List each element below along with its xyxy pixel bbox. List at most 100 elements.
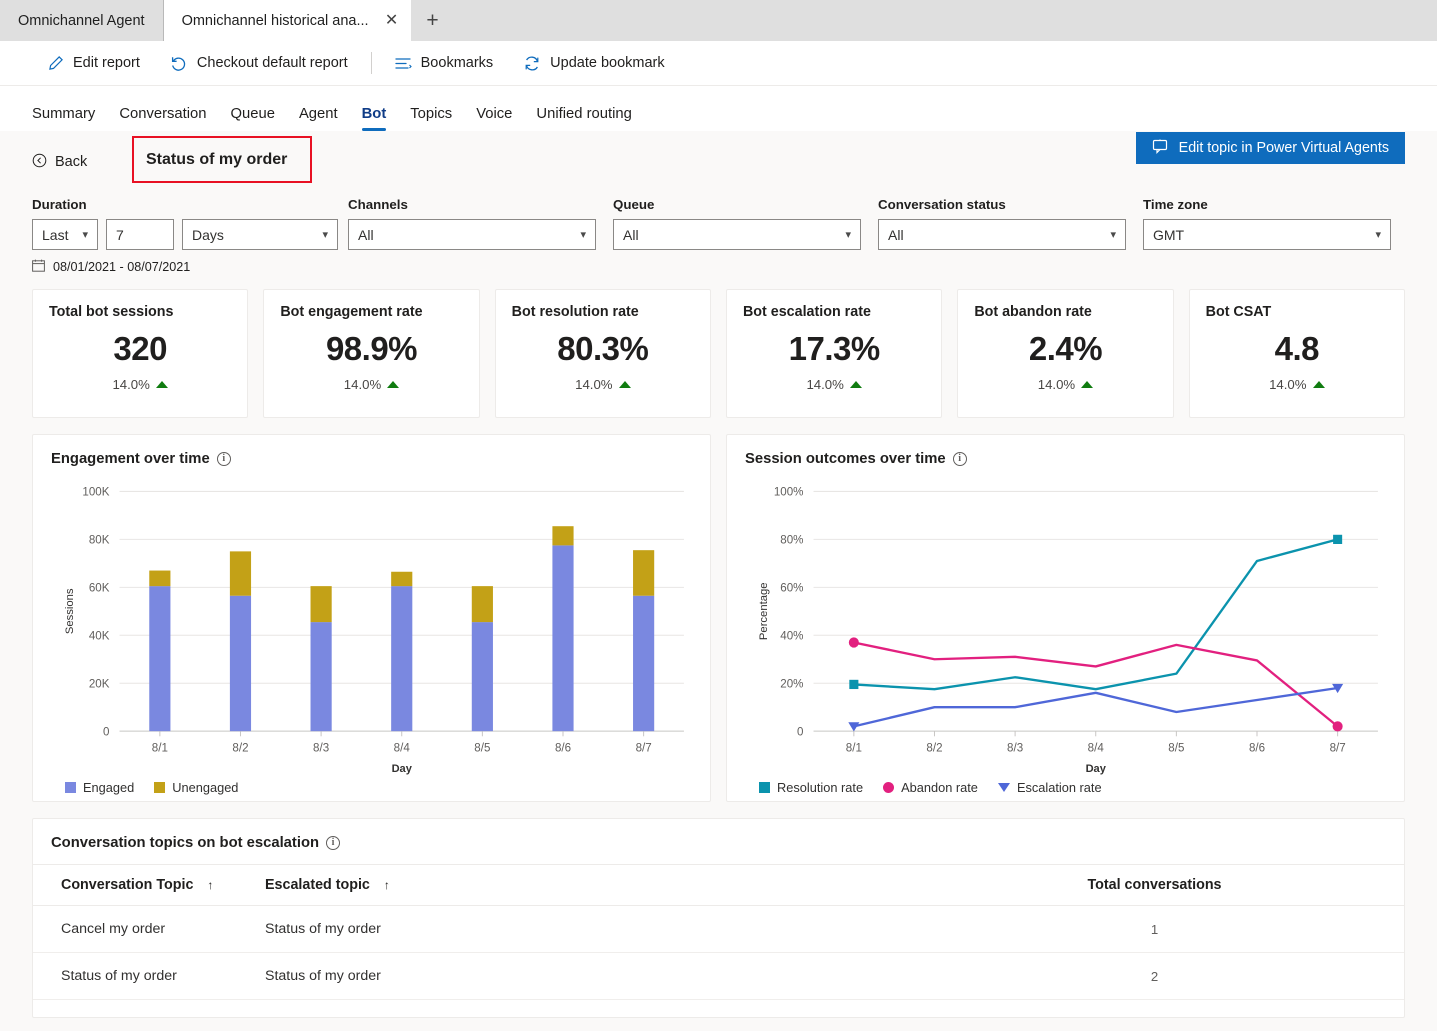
- duration-amount-value: 7: [116, 226, 124, 243]
- channels-label: Channels: [348, 197, 408, 212]
- chevron-down-icon: ▾: [1375, 229, 1381, 241]
- legend-item-escalation-rate[interactable]: Escalation rate: [997, 780, 1102, 796]
- conversation-topics-table-panel: Conversation topics on bot escalation i …: [32, 818, 1405, 1018]
- command-bar: Edit report Checkout default report Book…: [0, 41, 1437, 86]
- back-button[interactable]: Back: [32, 153, 87, 172]
- session-outcomes-over-time-panel: Session outcomes over time i 0 20% 40% 60% 8…: [726, 434, 1405, 802]
- conversation-status-dropdown[interactable]: All ▾: [878, 219, 1126, 250]
- svg-text:8/6: 8/6: [1249, 742, 1265, 755]
- browser-tab-omnichannel-agent[interactable]: Omnichannel Agent: [0, 0, 164, 41]
- trend-up-icon: [387, 381, 400, 388]
- channels-dropdown[interactable]: All ▾: [348, 219, 596, 250]
- tab-strip-empty-area: [454, 0, 1437, 41]
- kpi-card-bot-resolution-rate[interactable]: Bot resolution rate 80.3% 14.0%: [494, 289, 711, 418]
- duration-relative-dropdown[interactable]: Last ▾: [32, 219, 98, 250]
- bookmarks-button[interactable]: Bookmarks: [380, 46, 509, 80]
- cell-conversation-topic: Status of my order: [33, 952, 265, 1000]
- kpi-card-bot-abandon-rate[interactable]: Bot abandon rate 2.4% 14.0%: [957, 289, 1174, 418]
- checkout-default-report-button[interactable]: Checkout default report: [155, 46, 363, 80]
- column-header-total-conversations[interactable]: Total conversations: [905, 864, 1404, 906]
- kpi-delta: 14.0%: [806, 377, 862, 392]
- svg-text:0: 0: [797, 725, 804, 738]
- tab-label: Summary: [32, 106, 96, 122]
- queue-dropdown[interactable]: All ▾: [613, 219, 861, 250]
- duration-label: Duration: [32, 197, 87, 212]
- column-header-conversation-topic[interactable]: Conversation Topic ↑: [33, 864, 265, 906]
- legend-swatch-abandon: [883, 782, 895, 794]
- new-tab-icon[interactable]: +: [411, 0, 455, 41]
- header-row: Back Status of my order Edit topic in Po…: [32, 131, 1405, 193]
- svg-text:Sessions: Sessions: [64, 588, 76, 634]
- tab-label: Topics: [410, 106, 453, 122]
- legend-item-unengaged[interactable]: Unengaged: [154, 780, 238, 795]
- channels-value: All: [358, 226, 374, 243]
- column-header-escalated-topic[interactable]: Escalated topic ↑: [265, 864, 905, 906]
- queue-filter-group: Queue All ▾: [613, 197, 878, 250]
- browser-tab-label: Omnichannel historical ana...: [181, 12, 369, 29]
- filter-bar: Duration Last ▾ 7 Days ▾ Channels All ▾: [32, 197, 1405, 250]
- engagement-plot-area[interactable]: 0 20K 40K 60K 80K 100K 8/1 8/2 8/3 8/4 8/5 8/6 8/7 Da…: [51, 473, 692, 780]
- legend-label: Abandon rate: [901, 780, 978, 796]
- legend-label: Escalation rate: [1016, 780, 1102, 796]
- kpi-delta-value: 14.0%: [575, 377, 613, 392]
- command-label: Edit report: [73, 55, 140, 71]
- kpi-card-bot-csat[interactable]: Bot CSAT 4.8 14.0%: [1188, 289, 1405, 418]
- edit-topic-in-pva-button[interactable]: Edit topic in Power Virtual Agents: [1135, 132, 1405, 164]
- kpi-card-bot-escalation-rate[interactable]: Bot escalation rate 17.3% 14.0%: [725, 289, 943, 418]
- tab-summary[interactable]: Summary: [32, 106, 107, 131]
- trend-up-icon: [849, 381, 862, 388]
- chevron-down-icon: ▾: [845, 229, 851, 241]
- browser-tab-historical-analytics[interactable]: Omnichannel historical ana... ✕: [163, 0, 411, 41]
- svg-text:40K: 40K: [89, 629, 110, 642]
- timezone-filter-group: Time zone GMT ▾: [1143, 197, 1391, 250]
- chevron-down-icon: ▾: [1110, 229, 1116, 241]
- kpi-title: Bot engagement rate: [280, 304, 423, 320]
- engagement-over-time-panel: Engagement over time i 0 20K 40K 60K 80K 100K…: [32, 434, 711, 802]
- svg-text:8/3: 8/3: [1007, 742, 1023, 755]
- kpi-card-total-bot-sessions[interactable]: Total bot sessions 320 14.0%: [32, 289, 249, 418]
- info-icon[interactable]: i: [216, 452, 231, 466]
- duration-filter-group: Duration Last ▾ 7 Days ▾: [32, 197, 348, 250]
- kpi-card-bot-engagement-rate[interactable]: Bot engagement rate 98.9% 14.0%: [263, 289, 480, 418]
- tab-queue[interactable]: Queue: [219, 106, 287, 131]
- update-bookmark-button[interactable]: Update bookmark: [508, 46, 679, 80]
- edit-report-button[interactable]: Edit report: [32, 46, 155, 80]
- session-outcomes-line-chart: 0 20% 40% 60% 80% 100% 8/1 8/2 8/3 8/4 8/5 8/6 8/7 Da…: [758, 485, 1378, 775]
- cell-conversation-topic: Cancel my order: [33, 905, 265, 953]
- command-label: Update bookmark: [550, 55, 665, 71]
- duration-unit-dropdown[interactable]: Days ▾: [182, 219, 338, 250]
- timezone-dropdown[interactable]: GMT ▾: [1143, 219, 1391, 250]
- legend-swatch-escalation: [997, 783, 1010, 793]
- duration-amount-input[interactable]: 7: [106, 219, 174, 250]
- legend-label: Unengaged: [172, 780, 239, 796]
- table-row[interactable]: Status of my order Status of my order 2: [33, 952, 1404, 1000]
- close-icon[interactable]: ✕: [383, 12, 401, 29]
- outcomes-plot-area[interactable]: 0 20% 40% 60% 80% 100% 8/1 8/2 8/3 8/4 8/5 8/6 8/7 Da…: [745, 473, 1386, 780]
- info-icon[interactable]: i: [952, 452, 967, 466]
- kpi-delta-value: 14.0%: [343, 377, 382, 392]
- tab-conversation[interactable]: Conversation: [107, 106, 218, 131]
- table-row[interactable]: Cancel my order Status of my order 1: [33, 905, 1404, 953]
- legend-item-resolution-rate[interactable]: Resolution rate: [759, 780, 863, 795]
- engagement-panel-header: Engagement over time i: [51, 451, 692, 467]
- engagement-bar-chart: 0 20K 40K 60K 80K 100K 8/1 8/2 8/3 8/4 8/5 8/6 8/7 Da…: [64, 485, 684, 775]
- panel-title-text: Session outcomes over time: [745, 451, 946, 467]
- tab-voice[interactable]: Voice: [464, 106, 524, 131]
- outcomes-panel-header: Session outcomes over time i: [745, 451, 1386, 467]
- calendar-icon: [32, 259, 45, 275]
- legend-item-abandon-rate[interactable]: Abandon rate: [883, 780, 978, 795]
- cell-escalated-topic: Status of my order: [265, 905, 905, 953]
- svg-text:8/1: 8/1: [152, 742, 168, 755]
- trend-up-icon: [618, 381, 631, 388]
- legend-item-engaged[interactable]: Engaged: [65, 780, 134, 795]
- tab-agent[interactable]: Agent: [287, 106, 350, 131]
- kpi-delta: 14.0%: [575, 377, 631, 392]
- kpi-card-row: Total bot sessions 320 14.0% Bot engagem…: [32, 289, 1405, 418]
- tab-unified-routing[interactable]: Unified routing: [524, 106, 643, 131]
- tab-bot[interactable]: Bot: [350, 106, 399, 131]
- outcomes-legend: Resolution rate Abandon rate Escalation …: [745, 780, 1386, 795]
- tab-topics[interactable]: Topics: [398, 106, 464, 131]
- svg-text:8/4: 8/4: [1088, 742, 1105, 755]
- kpi-delta-value: 14.0%: [1037, 377, 1076, 392]
- info-icon[interactable]: i: [326, 836, 341, 850]
